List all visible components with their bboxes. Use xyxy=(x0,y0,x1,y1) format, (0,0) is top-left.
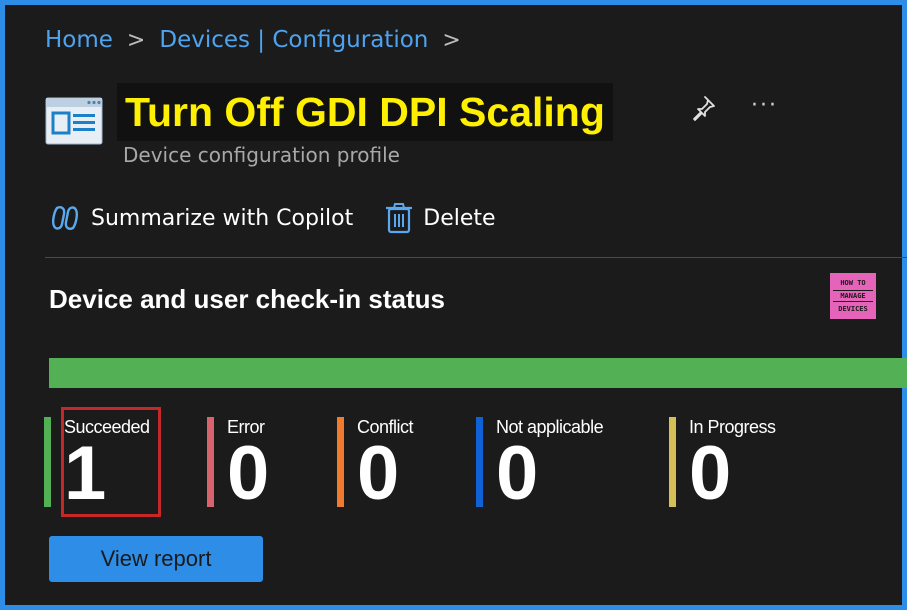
stat-value: 0 xyxy=(227,431,270,516)
logo-line3: DEVICES xyxy=(838,305,868,313)
succeeded-highlight-box xyxy=(61,407,161,517)
copilot-icon xyxy=(52,206,78,230)
summarize-copilot-button[interactable]: Summarize with Copilot xyxy=(49,202,353,234)
logo-line1: HOW TO xyxy=(840,279,866,287)
delete-button[interactable]: Delete xyxy=(385,202,496,234)
more-icon[interactable]: ··· xyxy=(751,93,778,118)
how-to-manage-devices-logo: HOW TO MANAGE DEVICES xyxy=(830,273,876,319)
view-report-button[interactable]: View report xyxy=(49,536,263,582)
stat-in-progress[interactable]: In Progress 0 xyxy=(669,417,776,516)
delete-label: Delete xyxy=(423,205,496,231)
stat-not-applicable[interactable]: Not applicable 0 xyxy=(476,417,604,516)
chevron-right-icon: > xyxy=(442,27,461,53)
pin-icon[interactable] xyxy=(689,94,717,122)
stat-value: 0 xyxy=(357,431,400,516)
window-frame: Home > Devices | Configuration > Turn Of… xyxy=(0,0,907,610)
toolbar: Summarize with Copilot Delete xyxy=(49,202,528,234)
summarize-copilot-label: Summarize with Copilot xyxy=(91,205,354,231)
divider xyxy=(45,257,907,258)
stat-error[interactable]: Error 0 xyxy=(207,417,270,516)
status-progress-bar xyxy=(49,358,907,388)
stat-value: 0 xyxy=(496,431,539,516)
config-profile-icon xyxy=(45,97,103,145)
page-subtitle: Device configuration profile xyxy=(123,143,400,167)
trash-icon xyxy=(386,203,413,234)
section-title: Device and user check-in status xyxy=(49,284,445,314)
breadcrumb-devices-configuration[interactable]: Devices | Configuration xyxy=(159,27,428,53)
status-progress-fill xyxy=(49,358,907,388)
stat-value: 0 xyxy=(689,431,732,516)
page-title: Turn Off GDI DPI Scaling xyxy=(117,83,613,141)
chevron-right-icon: > xyxy=(126,27,146,53)
breadcrumb-home[interactable]: Home xyxy=(45,27,113,53)
breadcrumb: Home > Devices | Configuration > xyxy=(45,27,461,53)
stat-conflict[interactable]: Conflict 0 xyxy=(337,417,414,516)
logo-line2: MANAGE xyxy=(833,290,873,302)
